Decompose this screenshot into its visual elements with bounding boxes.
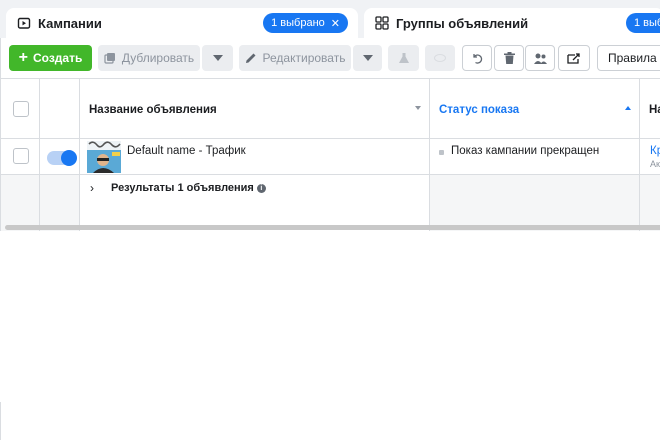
column-header-delivery-status-label: Статус показа [439, 104, 520, 116]
share-icon [567, 53, 580, 64]
tab-ad-sets[interactable]: Группы объявлений 1 выбран [364, 8, 660, 38]
horizontal-scrollbar[interactable] [5, 225, 660, 230]
tab-campaigns[interactable]: Кампании 1 выбрано ✕ [6, 8, 358, 38]
column-header-next[interactable]: На [640, 79, 660, 139]
row-select-cell [1, 139, 40, 175]
trash-icon [503, 52, 515, 64]
sort-icon [415, 106, 421, 110]
header-select-cell [1, 79, 40, 139]
people-icon [533, 53, 547, 64]
next-column-link[interactable]: Кр [650, 145, 660, 157]
export-button[interactable] [558, 45, 590, 71]
eye-icon [434, 54, 446, 62]
info-icon[interactable]: i [256, 183, 266, 193]
sort-ascending-icon [625, 106, 631, 110]
table-row[interactable]: Default name - Трафик [80, 139, 430, 175]
duplicate-icon [104, 53, 115, 64]
selected-count-pill[interactable]: 1 выбрано ✕ [263, 13, 348, 33]
next-column-subtext: Акт [650, 159, 660, 169]
chevron-right-icon[interactable]: › [90, 181, 94, 195]
rules-label: Правила [608, 51, 657, 65]
ad-name[interactable]: Default name - Трафик [127, 145, 246, 157]
selected-count-text: 1 выбрано [271, 17, 325, 29]
create-label: Создать [32, 51, 83, 65]
pencil-icon [245, 53, 256, 63]
column-header-next-label: На [649, 104, 660, 116]
edit-label: Редактировать [262, 51, 346, 65]
plus-icon: + [18, 49, 28, 66]
toolbar: + Создать Дублировать Редактировать Прав… [1, 38, 660, 78]
results-summary: Результаты 1 объявления i [111, 182, 266, 194]
row-checkbox[interactable] [13, 148, 29, 164]
audience-button[interactable] [525, 45, 555, 71]
rules-button[interactable]: Правила [597, 45, 660, 71]
status-dot-icon [439, 150, 444, 155]
row-toggle-cell [40, 139, 80, 175]
undo-button[interactable] [462, 45, 492, 71]
edit-button[interactable]: Редактировать [239, 45, 351, 71]
selected-count-text-2: 1 выбран [634, 17, 660, 29]
create-button[interactable]: + Создать [9, 45, 92, 71]
grid-icon [374, 15, 390, 31]
ad-status-toggle[interactable] [47, 150, 77, 166]
folder-icon [16, 15, 32, 31]
next-column-cell: Кр Акт [640, 139, 660, 175]
toggle-knob [61, 150, 77, 166]
preview-button[interactable] [425, 45, 455, 71]
ab-test-button[interactable] [388, 45, 419, 71]
chevron-down-icon [212, 55, 223, 61]
chevron-down-icon [362, 55, 373, 61]
edit-dropdown-button[interactable] [353, 45, 382, 71]
delivery-status-text: Показ кампании прекращен [451, 145, 600, 157]
flask-icon [398, 53, 409, 63]
ad-thumbnail[interactable] [87, 141, 121, 173]
delete-button[interactable] [494, 45, 524, 71]
empty-area [0, 231, 660, 402]
tab-ad-sets-label: Группы объявлений [396, 15, 529, 31]
column-header-ad-name-label: Название объявления [89, 104, 217, 116]
column-header-delivery-status[interactable]: Статус показа [430, 79, 640, 139]
duplicate-dropdown-button[interactable] [202, 45, 233, 71]
delivery-status-cell: Показ кампании прекращен [430, 139, 640, 175]
results-summary-label: Результаты 1 объявления [111, 182, 254, 194]
duplicate-label: Дублировать [121, 51, 195, 65]
undo-icon [473, 54, 483, 64]
close-icon[interactable]: ✕ [331, 17, 340, 30]
tab-campaigns-label: Кампании [38, 15, 102, 31]
header-toggle-cell [40, 79, 80, 139]
column-header-ad-name[interactable]: Название объявления [80, 79, 430, 139]
duplicate-button[interactable]: Дублировать [98, 45, 200, 71]
selected-count-pill-2[interactable]: 1 выбран [626, 13, 660, 33]
select-all-checkbox[interactable] [13, 101, 29, 117]
